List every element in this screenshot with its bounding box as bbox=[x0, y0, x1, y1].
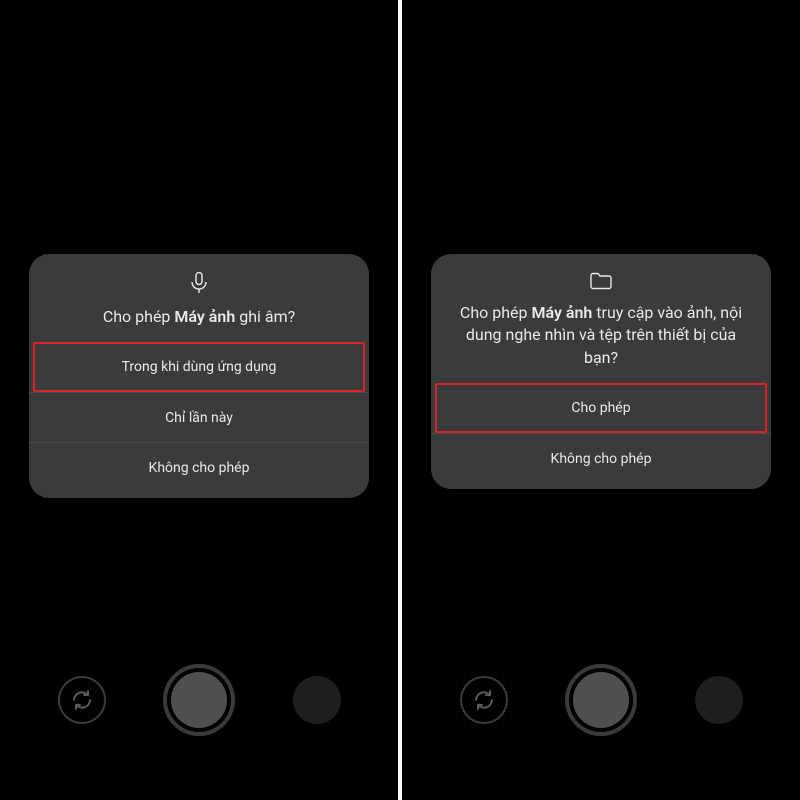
switch-camera-button[interactable] bbox=[58, 676, 106, 724]
dialog-title-bold: Máy ảnh bbox=[174, 307, 235, 326]
gallery-thumbnail-button[interactable] bbox=[695, 676, 743, 724]
shutter-button[interactable] bbox=[163, 664, 235, 736]
dialog-title-pre: Cho phép bbox=[103, 307, 175, 326]
dialog-title: Cho phép Máy ảnh truy cập vào ảnh, nội d… bbox=[431, 302, 771, 383]
camera-bottom-bar bbox=[0, 655, 398, 745]
button-label: Trong khi dùng ứng dụng bbox=[35, 359, 363, 375]
button-label: Không cho phép bbox=[29, 460, 369, 476]
camera-bottom-bar bbox=[402, 655, 800, 745]
phone-screenshot-left: Cho phép Máy ảnh ghi âm? Trong khi dùng … bbox=[0, 0, 398, 800]
dialog-title-post: ghi âm? bbox=[235, 307, 295, 326]
gallery-thumbnail-button[interactable] bbox=[293, 676, 341, 724]
dialog-title-bold: Máy ảnh bbox=[531, 303, 592, 322]
switch-camera-icon bbox=[472, 688, 496, 712]
permission-dialog-microphone: Cho phép Máy ảnh ghi âm? Trong khi dùng … bbox=[29, 254, 369, 498]
folder-icon bbox=[431, 272, 771, 290]
deny-button[interactable]: Không cho phép bbox=[29, 442, 369, 492]
shutter-button[interactable] bbox=[565, 664, 637, 736]
dialog-title: Cho phép Máy ảnh ghi âm? bbox=[29, 306, 369, 342]
allow-while-using-button[interactable]: Trong khi dùng ứng dụng bbox=[33, 342, 365, 392]
button-label: Không cho phép bbox=[431, 451, 771, 467]
allow-button[interactable]: Cho phép bbox=[435, 383, 767, 433]
only-this-time-button[interactable]: Chỉ lần này bbox=[29, 392, 369, 442]
dialog-title-pre: Cho phép bbox=[460, 303, 532, 322]
button-label: Chỉ lần này bbox=[29, 410, 369, 426]
deny-button[interactable]: Không cho phép bbox=[431, 433, 771, 483]
shutter-center bbox=[573, 672, 629, 728]
switch-camera-button[interactable] bbox=[460, 676, 508, 724]
button-label: Cho phép bbox=[437, 400, 765, 416]
microphone-icon bbox=[29, 272, 369, 294]
phone-screenshot-right: Cho phép Máy ảnh truy cập vào ảnh, nội d… bbox=[402, 0, 800, 800]
permission-dialog-storage: Cho phép Máy ảnh truy cập vào ảnh, nội d… bbox=[431, 254, 771, 489]
switch-camera-icon bbox=[70, 688, 94, 712]
shutter-center bbox=[171, 672, 227, 728]
